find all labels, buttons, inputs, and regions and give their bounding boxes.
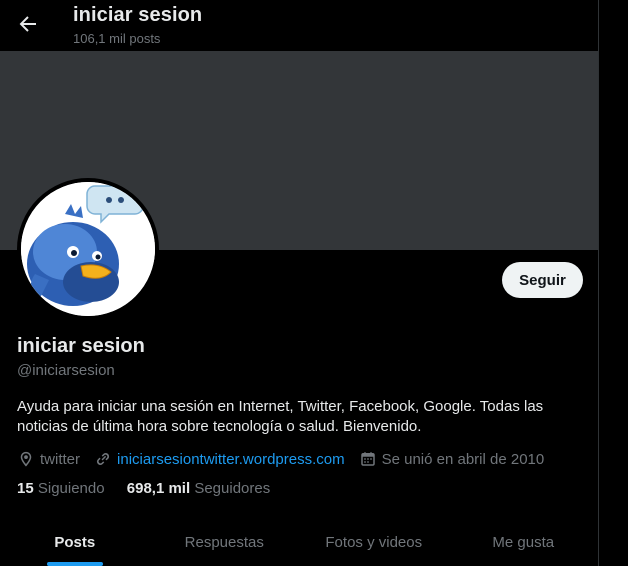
following-count: 15 [17,480,34,497]
avatar[interactable] [17,178,159,320]
tab-respuestas[interactable]: Respuestas [150,516,300,566]
location-item: twitter [17,450,80,468]
tab-me-gusta[interactable]: Me gusta [449,516,599,566]
followers-count: 698,1 mil [126,480,191,497]
active-tab-indicator [46,562,103,566]
link-icon [96,453,110,466]
follow-counts: 15 Siguiendo 698,1 mil Seguidores [17,480,288,497]
joined-item: Se unió en abril de 2010 [359,450,545,468]
tab-label: Me gusta [492,534,555,551]
tab-posts[interactable]: Posts [0,516,150,566]
tab-fotos-y-videos[interactable]: Fotos y videos [299,516,449,566]
website-item: iniciarsesiontwitter.wordpress.com [94,450,345,468]
profile-header: iniciar sesion 106,1 mil posts [0,0,598,51]
followers-link[interactable]: 698,1 mil Seguidores [127,480,270,497]
location-pin-icon [20,451,32,467]
tab-label: Fotos y videos [325,534,423,551]
profile-tabs: Posts Respuestas Fotos y videos Me gusta [0,516,598,566]
profile-bio: Ayuda para iniciar una sesión en Interne… [17,398,544,435]
tab-label: Respuestas [184,534,264,551]
tab-label: Posts [54,534,96,551]
column-divider [598,0,599,566]
following-link[interactable]: 15 Siguiendo [17,480,105,497]
joined-text: Se unió en abril de 2010 [381,450,545,468]
profile-name: iniciar sesion [17,335,145,357]
back-button[interactable] [16,12,40,36]
website-link[interactable]: iniciarsesiontwitter.wordpress.com [117,451,345,468]
location-text: twitter [40,450,81,468]
follow-button[interactable]: Seguir [502,262,583,298]
arrow-left-icon [19,16,36,32]
profile-column: iniciar sesion 106,1 mil posts Seguir in… [0,0,598,566]
profile-meta: twitter iniciarsesiontwitter.wordpress.c… [17,449,558,469]
blue-bird-avatar [21,182,155,316]
header-title: iniciar sesion [73,4,203,26]
header-post-count: 106,1 mil posts [73,31,161,46]
following-label: Siguiendo [37,480,105,497]
calendar-icon [360,452,375,466]
followers-label: Seguidores [194,480,271,497]
profile-handle: @iniciarsesion [17,362,115,379]
